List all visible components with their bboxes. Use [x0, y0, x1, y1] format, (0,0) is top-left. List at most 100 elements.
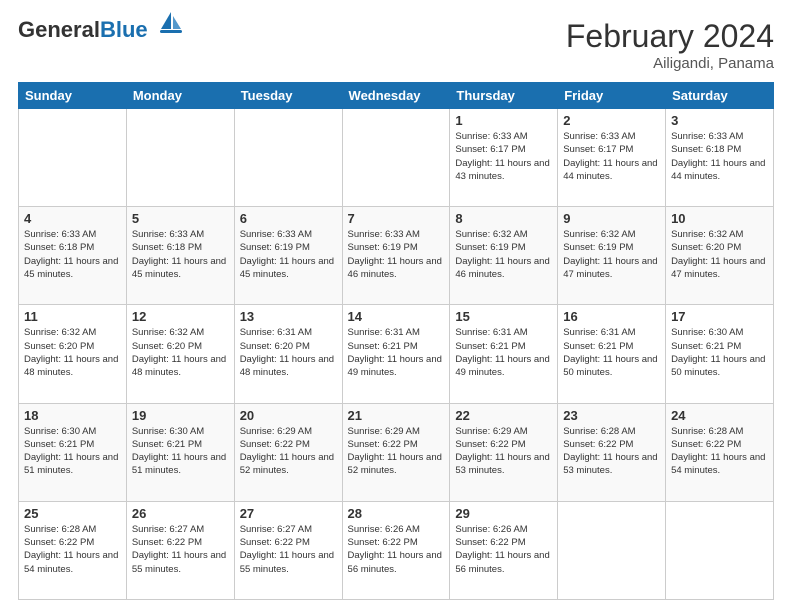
day-info: Sunrise: 6:30 AM Sunset: 6:21 PM Dayligh… [671, 326, 768, 379]
day-number: 3 [671, 113, 768, 128]
day-info: Sunrise: 6:26 AM Sunset: 6:22 PM Dayligh… [455, 523, 552, 576]
calendar-cell: 2 Sunrise: 6:33 AM Sunset: 6:17 PM Daylig… [558, 109, 666, 207]
day-number: 13 [240, 309, 337, 324]
day-info: Sunrise: 6:28 AM Sunset: 6:22 PM Dayligh… [563, 425, 660, 478]
calendar-cell: 6 Sunrise: 6:33 AM Sunset: 6:19 PM Daylig… [234, 207, 342, 305]
calendar-cell: 17 Sunrise: 6:30 AM Sunset: 6:21 PM Dayli… [666, 305, 774, 403]
day-info: Sunrise: 6:29 AM Sunset: 6:22 PM Dayligh… [240, 425, 337, 478]
calendar-cell [558, 501, 666, 599]
calendar-cell: 26 Sunrise: 6:27 AM Sunset: 6:22 PM Dayli… [126, 501, 234, 599]
calendar-week-row: 25 Sunrise: 6:28 AM Sunset: 6:22 PM Dayli… [19, 501, 774, 599]
calendar-cell [666, 501, 774, 599]
day-info: Sunrise: 6:29 AM Sunset: 6:22 PM Dayligh… [455, 425, 552, 478]
col-friday: Friday [558, 83, 666, 109]
calendar-cell: 7 Sunrise: 6:33 AM Sunset: 6:19 PM Daylig… [342, 207, 450, 305]
calendar-cell [126, 109, 234, 207]
day-info: Sunrise: 6:31 AM Sunset: 6:21 PM Dayligh… [455, 326, 552, 379]
day-info: Sunrise: 6:33 AM Sunset: 6:17 PM Dayligh… [455, 130, 552, 183]
calendar-cell: 16 Sunrise: 6:31 AM Sunset: 6:21 PM Dayli… [558, 305, 666, 403]
page: GeneralBlue February 2024 Ailigandi, Pan… [0, 0, 792, 612]
day-info: Sunrise: 6:33 AM Sunset: 6:19 PM Dayligh… [348, 228, 445, 281]
calendar-cell: 29Sunrise: 6:26 AM Sunset: 6:22 PM Dayli… [450, 501, 558, 599]
day-number: 17 [671, 309, 768, 324]
day-number: 6 [240, 211, 337, 226]
calendar-cell [342, 109, 450, 207]
day-info: Sunrise: 6:33 AM Sunset: 6:18 PM Dayligh… [24, 228, 121, 281]
day-number: 22 [455, 408, 552, 423]
calendar-cell: 11Sunrise: 6:32 AM Sunset: 6:20 PM Dayli… [19, 305, 127, 403]
day-info: Sunrise: 6:27 AM Sunset: 6:22 PM Dayligh… [240, 523, 337, 576]
day-info: Sunrise: 6:32 AM Sunset: 6:19 PM Dayligh… [455, 228, 552, 281]
day-number: 4 [24, 211, 121, 226]
day-info: Sunrise: 6:33 AM Sunset: 6:19 PM Dayligh… [240, 228, 337, 281]
day-info: Sunrise: 6:28 AM Sunset: 6:22 PM Dayligh… [24, 523, 121, 576]
header: GeneralBlue February 2024 Ailigandi, Pan… [18, 18, 774, 72]
day-number: 20 [240, 408, 337, 423]
calendar-cell [19, 109, 127, 207]
day-info: Sunrise: 6:30 AM Sunset: 6:21 PM Dayligh… [24, 425, 121, 478]
col-saturday: Saturday [666, 83, 774, 109]
day-info: Sunrise: 6:31 AM Sunset: 6:20 PM Dayligh… [240, 326, 337, 379]
calendar-cell: 28 Sunrise: 6:26 AM Sunset: 6:22 PM Dayli… [342, 501, 450, 599]
day-info: Sunrise: 6:33 AM Sunset: 6:18 PM Dayligh… [671, 130, 768, 183]
calendar-week-row: 1 Sunrise: 6:33 AM Sunset: 6:17 PM Daylig… [19, 109, 774, 207]
day-number: 8 [455, 211, 552, 226]
logo-blue-text: Blue [100, 17, 148, 42]
col-wednesday: Wednesday [342, 83, 450, 109]
logo: GeneralBlue [18, 18, 185, 42]
day-number: 2 [563, 113, 660, 128]
day-info: Sunrise: 6:33 AM Sunset: 6:18 PM Dayligh… [132, 228, 229, 281]
day-number: 16 [563, 309, 660, 324]
day-number: 10 [671, 211, 768, 226]
calendar-cell: 13 Sunrise: 6:31 AM Sunset: 6:20 PM Dayli… [234, 305, 342, 403]
day-info: Sunrise: 6:30 AM Sunset: 6:21 PM Dayligh… [132, 425, 229, 478]
col-tuesday: Tuesday [234, 83, 342, 109]
calendar-table: Sunday Monday Tuesday Wednesday Thursday… [18, 82, 774, 600]
col-thursday: Thursday [450, 83, 558, 109]
calendar-cell: 21 Sunrise: 6:29 AM Sunset: 6:22 PM Dayli… [342, 403, 450, 501]
day-info: Sunrise: 6:27 AM Sunset: 6:22 PM Dayligh… [132, 523, 229, 576]
day-number: 21 [348, 408, 445, 423]
day-number: 25 [24, 506, 121, 521]
col-monday: Monday [126, 83, 234, 109]
day-number: 26 [132, 506, 229, 521]
calendar-cell: 4 Sunrise: 6:33 AM Sunset: 6:18 PM Daylig… [19, 207, 127, 305]
calendar-cell: 23 Sunrise: 6:28 AM Sunset: 6:22 PM Dayli… [558, 403, 666, 501]
day-number: 28 [348, 506, 445, 521]
logo-sailboat-icon [157, 9, 185, 37]
day-number: 9 [563, 211, 660, 226]
day-info: Sunrise: 6:31 AM Sunset: 6:21 PM Dayligh… [563, 326, 660, 379]
calendar-cell: 12 Sunrise: 6:32 AM Sunset: 6:20 PM Dayli… [126, 305, 234, 403]
logo-general-text: General [18, 17, 100, 42]
day-info: Sunrise: 6:29 AM Sunset: 6:22 PM Dayligh… [348, 425, 445, 478]
day-info: Sunrise: 6:26 AM Sunset: 6:22 PM Dayligh… [348, 523, 445, 576]
calendar-cell: 27 Sunrise: 6:27 AM Sunset: 6:22 PM Dayli… [234, 501, 342, 599]
day-number: 5 [132, 211, 229, 226]
calendar-cell: 5 Sunrise: 6:33 AM Sunset: 6:18 PM Daylig… [126, 207, 234, 305]
day-number: 27 [240, 506, 337, 521]
calendar-cell: 10 Sunrise: 6:32 AM Sunset: 6:20 PM Dayli… [666, 207, 774, 305]
day-number: 1 [455, 113, 552, 128]
location: Ailigandi, Panama [566, 55, 774, 72]
day-info: Sunrise: 6:32 AM Sunset: 6:20 PM Dayligh… [671, 228, 768, 281]
day-info: Sunrise: 6:33 AM Sunset: 6:17 PM Dayligh… [563, 130, 660, 183]
calendar-cell: 3 Sunrise: 6:33 AM Sunset: 6:18 PM Daylig… [666, 109, 774, 207]
calendar-cell: 19 Sunrise: 6:30 AM Sunset: 6:21 PM Dayli… [126, 403, 234, 501]
day-number: 14 [348, 309, 445, 324]
day-number: 19 [132, 408, 229, 423]
calendar-cell: 1 Sunrise: 6:33 AM Sunset: 6:17 PM Daylig… [450, 109, 558, 207]
day-number: 23 [563, 408, 660, 423]
day-number: 12 [132, 309, 229, 324]
day-number: 18 [24, 408, 121, 423]
calendar-header-row: Sunday Monday Tuesday Wednesday Thursday… [19, 83, 774, 109]
calendar-cell: 18 Sunrise: 6:30 AM Sunset: 6:21 PM Dayli… [19, 403, 127, 501]
day-info: Sunrise: 6:32 AM Sunset: 6:20 PM Dayligh… [132, 326, 229, 379]
day-number: 7 [348, 211, 445, 226]
day-number: 11 [24, 309, 121, 324]
calendar-cell: 22 Sunrise: 6:29 AM Sunset: 6:22 PM Dayli… [450, 403, 558, 501]
day-info: Sunrise: 6:28 AM Sunset: 6:22 PM Dayligh… [671, 425, 768, 478]
calendar-cell: 15Sunrise: 6:31 AM Sunset: 6:21 PM Dayli… [450, 305, 558, 403]
day-number: 24 [671, 408, 768, 423]
day-info: Sunrise: 6:31 AM Sunset: 6:21 PM Dayligh… [348, 326, 445, 379]
title-block: February 2024 Ailigandi, Panama [566, 18, 774, 72]
